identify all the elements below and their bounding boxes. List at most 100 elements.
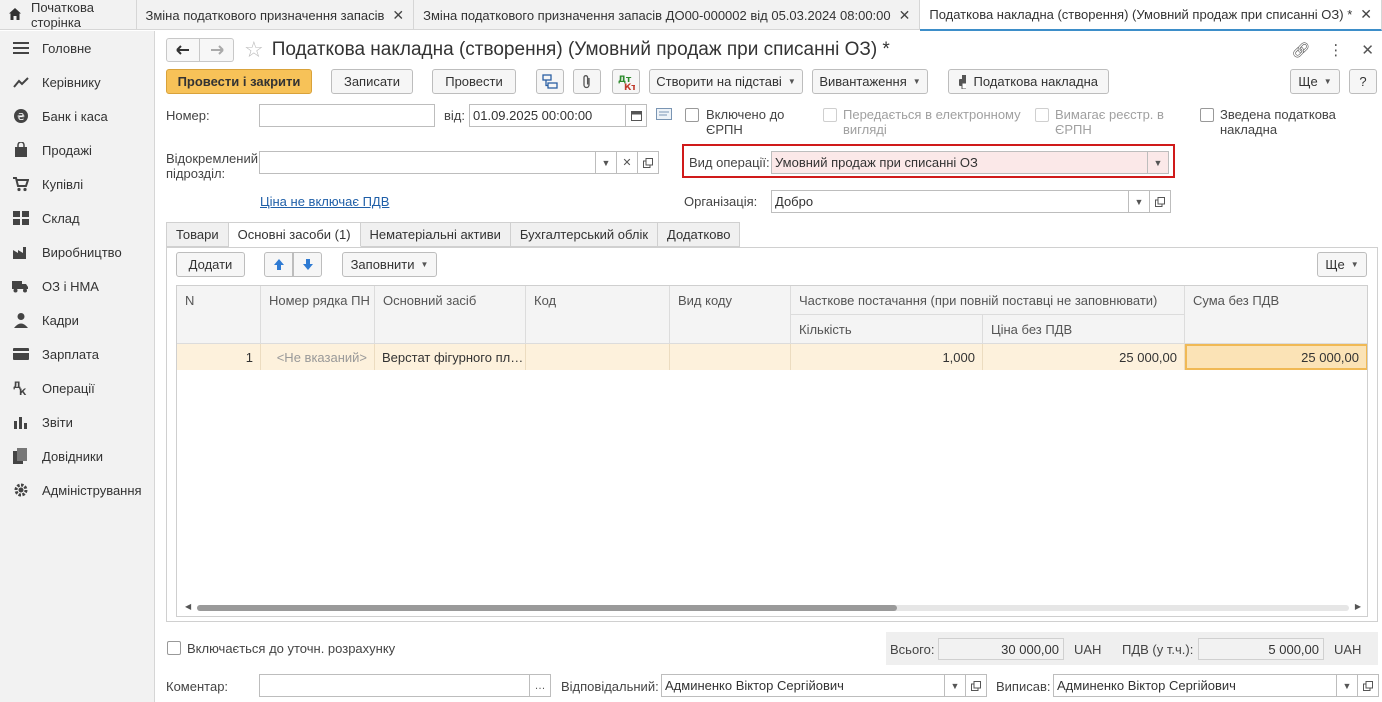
print-tax-invoice-button[interactable]: Податкова накладна: [948, 69, 1109, 94]
favorite-star-icon[interactable]: ☆: [244, 39, 264, 61]
fill-button[interactable]: Заповнити ▼: [342, 252, 437, 277]
tab-document-1[interactable]: Зміна податкового призначення запасів ✕: [137, 0, 415, 30]
tab-home[interactable]: Початкова сторінка: [0, 0, 137, 30]
help-button[interactable]: ?: [1349, 69, 1377, 94]
sidebar-item-operations[interactable]: ДК Операції: [0, 371, 154, 405]
scrollbar-thumb[interactable]: [197, 605, 897, 611]
scroll-left-icon[interactable]: ◀: [185, 602, 191, 611]
subdivision-clear-button[interactable]: ✕: [617, 151, 638, 174]
comment-expand-button[interactable]: …: [530, 674, 551, 697]
export-button[interactable]: Вивантаження ▼: [812, 69, 928, 94]
close-icon[interactable]: ✕: [392, 7, 404, 24]
cell-asset[interactable]: Верстат фігурного пл…: [375, 344, 526, 370]
more-vertical-icon[interactable]: ⋮: [1328, 41, 1343, 59]
tab-fixed-assets[interactable]: Основні засоби (1): [228, 222, 361, 247]
cell-n[interactable]: 1: [177, 344, 261, 370]
column-header-quantity[interactable]: Кількість: [791, 315, 983, 344]
responsible-open-button[interactable]: [966, 674, 987, 697]
sidebar-item-bank[interactable]: ₴ Банк і каса: [0, 99, 154, 133]
scroll-right-icon[interactable]: ▶: [1355, 602, 1361, 611]
sidebar-item-fixed-assets[interactable]: ОЗ і НМА: [0, 269, 154, 303]
date-input[interactable]: 01.09.2025 00:00:00: [469, 104, 626, 127]
sidebar-item-reports[interactable]: Звіти: [0, 405, 154, 439]
tab-additional[interactable]: Додатково: [658, 222, 741, 247]
cell-price[interactable]: 25 000,00: [983, 344, 1185, 370]
column-header-partial-supply[interactable]: Часткове постачання (при повній поставці…: [791, 286, 1185, 315]
subdivision-input[interactable]: [259, 151, 596, 174]
document-icon[interactable]: [656, 108, 672, 123]
save-button[interactable]: Записати: [331, 69, 413, 94]
cell-code-type[interactable]: [670, 344, 791, 370]
sidebar-item-warehouse[interactable]: Склад: [0, 201, 154, 235]
column-header-sum[interactable]: Сума без ПДВ: [1185, 286, 1367, 344]
column-header-n[interactable]: N: [177, 286, 261, 344]
more-button[interactable]: Ще ▼: [1290, 69, 1340, 94]
subdivision-dropdown-button[interactable]: ▼: [596, 151, 617, 174]
cell-quantity[interactable]: 1,000: [791, 344, 983, 370]
column-header-row-number[interactable]: Номер рядка ПН: [261, 286, 375, 344]
svg-text:К: К: [19, 388, 27, 396]
sidebar-item-directories[interactable]: Довідники: [0, 439, 154, 473]
column-header-code-type[interactable]: Вид коду: [670, 286, 791, 344]
erpn-checkbox[interactable]: [685, 108, 699, 122]
link-icon[interactable]: 🔗︎: [1291, 41, 1310, 59]
electronic-checkbox[interactable]: [823, 108, 837, 122]
operations-icon: ДК: [12, 380, 29, 397]
organization-dropdown-button[interactable]: ▼: [1129, 190, 1150, 213]
attach-button[interactable]: [573, 69, 601, 94]
cell-sum[interactable]: 25 000,00: [1185, 344, 1367, 370]
tab-goods[interactable]: Товари: [166, 222, 229, 247]
create-based-on-button[interactable]: Створити на підставі ▼: [649, 69, 803, 94]
sidebar-item-manager[interactable]: Керівнику: [0, 65, 154, 99]
organization-input[interactable]: Добро: [771, 190, 1129, 213]
sidebar: Головне Керівнику ₴ Банк і каса Продажі …: [0, 31, 155, 702]
column-header-asset[interactable]: Основний засіб: [375, 286, 526, 344]
post-and-close-button[interactable]: Провести і закрити: [166, 69, 312, 94]
issued-by-input[interactable]: Админенко Віктор Сергійович: [1053, 674, 1337, 697]
calendar-button[interactable]: [626, 104, 647, 127]
price-vat-link[interactable]: Ціна не включає ПДВ: [260, 194, 389, 209]
tab-intangible-assets[interactable]: Нематеріальні активи: [360, 222, 511, 247]
operation-type-input[interactable]: Умовний продаж при списанні ОЗ: [771, 151, 1148, 174]
sidebar-item-purchases[interactable]: Купівлі: [0, 167, 154, 201]
sidebar-item-administration[interactable]: Адміністрування: [0, 473, 154, 507]
structure-button[interactable]: [536, 69, 564, 94]
close-icon[interactable]: ✕: [1361, 41, 1374, 59]
column-header-price[interactable]: Ціна без ПДВ: [983, 315, 1185, 344]
back-button[interactable]: [166, 38, 200, 62]
organization-open-button[interactable]: [1150, 190, 1171, 213]
table-more-button[interactable]: Ще ▼: [1317, 252, 1367, 277]
organization-label: Організація:: [684, 194, 758, 209]
sidebar-item-main[interactable]: Головне: [0, 31, 154, 65]
sidebar-item-production[interactable]: Виробництво: [0, 235, 154, 269]
sidebar-item-sales[interactable]: Продажі: [0, 133, 154, 167]
column-header-code[interactable]: Код: [526, 286, 670, 344]
sidebar-item-salary[interactable]: Зарплата: [0, 337, 154, 371]
cell-code[interactable]: [526, 344, 670, 370]
sidebar-item-hr[interactable]: Кадри: [0, 303, 154, 337]
forward-button[interactable]: [200, 38, 234, 62]
move-down-button[interactable]: [293, 252, 322, 277]
tab-document-2[interactable]: Зміна податкового призначення запасів ДО…: [414, 0, 921, 30]
post-button[interactable]: Провести: [432, 69, 516, 94]
responsible-dropdown-button[interactable]: ▼: [945, 674, 966, 697]
refinement-checkbox[interactable]: [167, 641, 181, 655]
tab-document-3[interactable]: Податкова накладна (створення) (Умовний …: [920, 0, 1382, 31]
close-icon[interactable]: ✕: [899, 7, 911, 24]
issued-by-dropdown-button[interactable]: ▼: [1337, 674, 1358, 697]
consolidated-checkbox[interactable]: [1200, 108, 1214, 122]
comment-input[interactable]: [259, 674, 530, 697]
add-row-button[interactable]: Додати: [176, 252, 245, 277]
close-icon[interactable]: ✕: [1360, 6, 1372, 23]
responsible-input[interactable]: Админенко Віктор Сергійович: [661, 674, 945, 697]
issued-by-open-button[interactable]: [1358, 674, 1379, 697]
number-input[interactable]: [259, 104, 435, 127]
requires-registration-checkbox[interactable]: [1035, 108, 1049, 122]
horizontal-scrollbar[interactable]: ◀ ▶: [183, 602, 1363, 612]
tab-accounting[interactable]: Бухгалтерський облік: [510, 222, 659, 247]
subdivision-open-button[interactable]: [638, 151, 659, 174]
move-up-button[interactable]: [264, 252, 293, 277]
operation-type-dropdown-button[interactable]: ▼: [1148, 151, 1169, 174]
accounting-entries-button[interactable]: Дт Кт: [612, 69, 640, 94]
cell-row-number[interactable]: <Не вказаний>: [261, 344, 375, 370]
